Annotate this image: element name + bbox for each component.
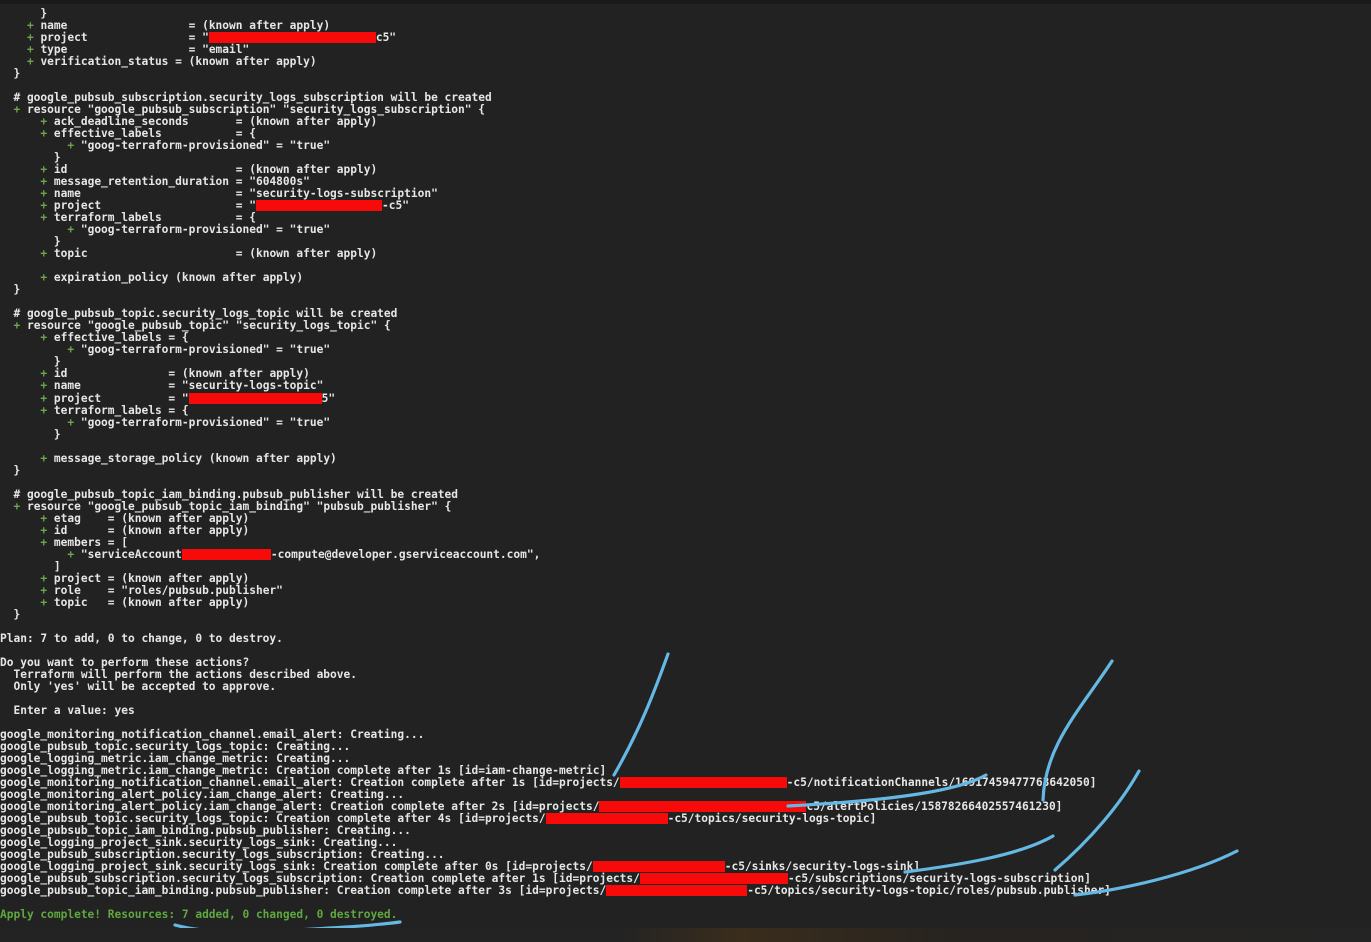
line-text: } (0, 427, 61, 441)
line-text: topic = (known after apply) (47, 247, 378, 261)
apply-complete-text: Apply complete! Resources: 7 added, 0 ch… (0, 908, 398, 922)
redaction-bar (619, 777, 787, 788)
terminal-line: + "serviceAccount -compute@developer.gser… (0, 547, 1371, 561)
terminal-line: + topic = (known after apply) (0, 248, 1371, 260)
redaction-bar (255, 200, 382, 212)
redaction-bar (599, 801, 807, 813)
annotation-stroke-7 (173, 920, 402, 934)
terminal-line: + project = " 5" (0, 391, 1371, 405)
line-text: google_pubsub_topic_iam_binding.pubsub_p… (0, 884, 607, 898)
terminal-line: } (0, 427, 1371, 441)
line-text: message_storage_policy (known after appl… (47, 451, 337, 465)
line-text: } (0, 283, 21, 297)
line-text: } (0, 463, 21, 477)
redaction-bar (606, 885, 748, 897)
terminal-line: + "goog-terraform-provisioned" = "true" (0, 224, 1371, 236)
line-text-suffix: -compute@developer.gserviceaccount.com", (270, 547, 541, 561)
terminal-line: Only 'yes' will be accepted to approve. (0, 679, 1371, 693)
redaction-bar (592, 861, 725, 873)
redaction-bar (208, 32, 376, 44)
terminal-line: Plan: 7 to add, 0 to change, 0 to destro… (0, 631, 1371, 645)
terminal-line: } (0, 463, 1371, 477)
line-text: } (0, 67, 21, 81)
terminal-line: } (0, 607, 1371, 621)
line-text: "goog-terraform-provisioned" = "true" (74, 343, 331, 357)
line-text: Enter a value: yes (0, 703, 135, 717)
terminal-line: + "goog-terraform-provisioned" = "true" (0, 140, 1371, 152)
line-text-suffix: 5" (321, 391, 336, 405)
terminal-line: Enter a value: yes (0, 703, 1371, 717)
line-text: } (0, 607, 21, 621)
line-text: "goog-terraform-provisioned" = "true" (74, 415, 331, 429)
terminal-line: + name = "security-logs-topic" (0, 380, 1371, 392)
redaction-bar (188, 392, 322, 404)
terminal-line: + members = [ (0, 536, 1371, 549)
line-text-suffix: -c5" (381, 199, 409, 213)
terminal-window[interactable]: } + name = (known after apply) + project… (0, 0, 1371, 942)
redaction-bar (181, 548, 271, 560)
line-text-suffix: -c5/notificationChannels/169174594777636… (786, 776, 1097, 789)
terminal-line: + verification_status = (known after app… (0, 56, 1371, 68)
terminal-line: + topic = (known after apply) (0, 595, 1371, 609)
terminal-line: + "goog-terraform-provisioned" = "true" (0, 344, 1371, 356)
terminal-output: } + name = (known after apply) + project… (0, 7, 1371, 921)
terminal-line: + "goog-terraform-provisioned" = "true" (0, 415, 1371, 429)
terminal-line: + expiration_policy (known after apply) (0, 272, 1371, 284)
line-text: "goog-terraform-provisioned" = "true" (74, 223, 331, 237)
line-text: expiration_policy (known after apply) (47, 271, 304, 285)
line-text-suffix: c5" (375, 31, 397, 45)
terminal-line: + message_storage_policy (known after ap… (0, 451, 1371, 465)
terminal-line: + id = (known after apply) (0, 524, 1371, 537)
line-text-suffix: -c5/topics/security-logs-topic] (667, 812, 877, 826)
line-text: verification_status = (known after apply… (33, 55, 317, 69)
terminal-line: google_pubsub_topic_iam_binding.pubsub_p… (0, 885, 1371, 897)
terminal-line: Apply complete! Resources: 7 added, 0 ch… (0, 909, 1371, 921)
line-text: "goog-terraform-provisioned" = "true" (74, 139, 331, 153)
plus-marker: + (26, 55, 34, 69)
line-text: "serviceAccount (74, 547, 182, 561)
line-text: Plan: 7 to add, 0 to change, 0 to destro… (0, 631, 283, 645)
line-text: Only 'yes' will be accepted to approve. (0, 679, 277, 693)
line-text: topic = (known after apply) (47, 595, 250, 609)
redaction-bar (545, 813, 668, 825)
redaction-bar (639, 873, 788, 885)
terminal-line: } (0, 284, 1371, 296)
line-text-suffix: -c5/topics/security-logs-topic/roles/pub… (747, 884, 1111, 898)
terminal-line: + resource "google_pubsub_topic" "securi… (0, 320, 1371, 332)
terminal-line: } (0, 68, 1371, 80)
